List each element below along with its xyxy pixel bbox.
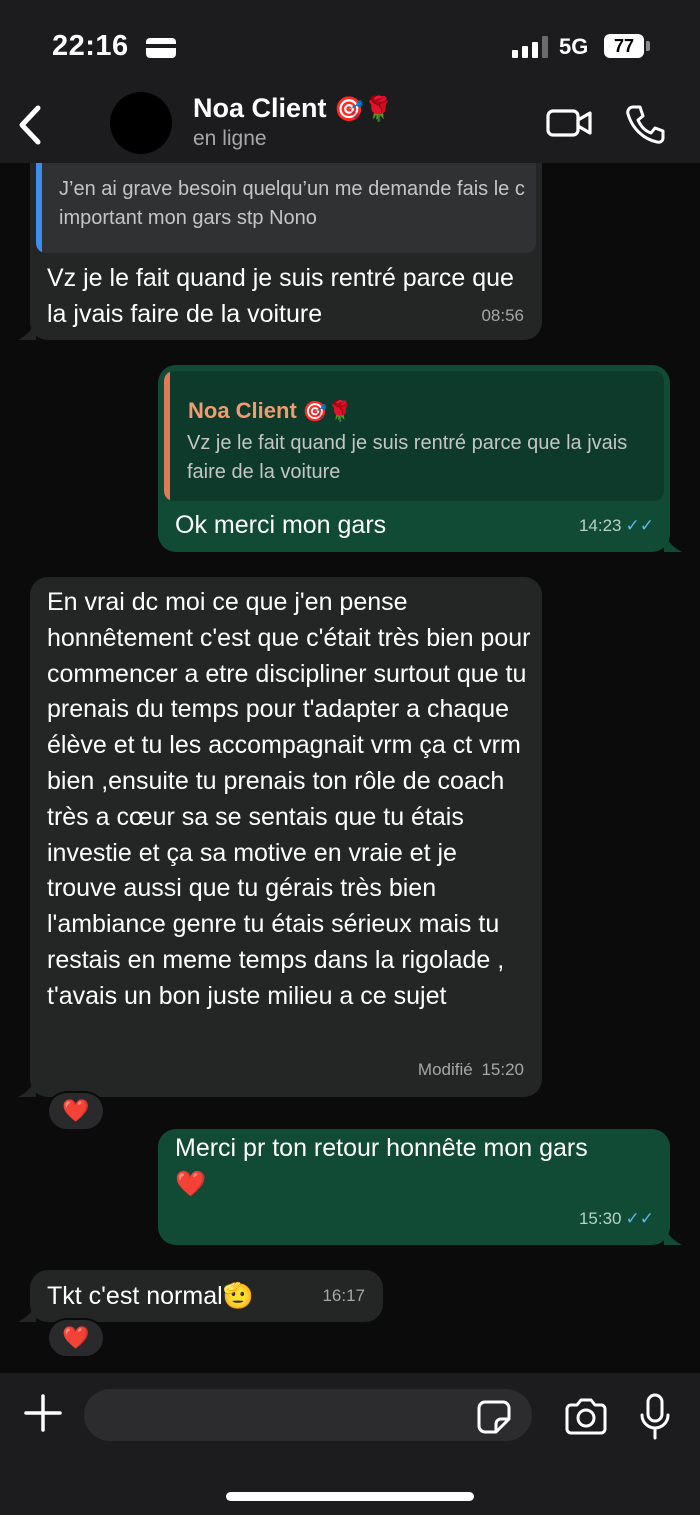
message-time: 14:23 ✓✓ (579, 508, 654, 544)
bubble-tail (18, 1304, 36, 1322)
message-text: Ok merci mon gars (175, 511, 387, 539)
message-text: Merci pr ton retour honnête mon gars ❤️ (175, 1130, 665, 1202)
quote-bar (164, 371, 170, 501)
avatar[interactable] (110, 92, 172, 154)
top-bar: 22:16 5G 77 Noa Client 🎯🌹 en ligne (0, 0, 700, 163)
read-ticks-icon: ✓✓ (625, 1209, 655, 1228)
contact-status: en ligne (193, 127, 267, 150)
battery-tip (646, 41, 650, 51)
message-time: 15:20 (481, 1060, 524, 1079)
camera-icon[interactable] (563, 1397, 609, 1437)
message-time: 15:30 ✓✓ (579, 1201, 654, 1237)
message-text-content: Tkt c'est normal (47, 1282, 223, 1310)
message-meta: Modifié 15:20 (418, 1052, 524, 1088)
message-bubble-incoming[interactable]: En vrai dc moi ce que j'en pense honnête… (30, 577, 542, 1097)
contact-name[interactable]: Noa Client 🎯🌹 (193, 93, 394, 124)
edited-label: Modifié (417, 1060, 473, 1079)
reaction-badge[interactable]: ❤️ (47, 1091, 105, 1131)
message-bubble-incoming[interactable]: Tkt c'est normal🫡 16:17 (30, 1270, 383, 1322)
message-time: 08:56 (481, 306, 524, 325)
quote-author-name: Noa Client (188, 398, 297, 423)
message-text: En vrai dc moi ce que j'en pense honnête… (47, 588, 531, 1010)
message-bubble-outgoing[interactable]: Merci pr ton retour honnête mon gars ❤️ … (158, 1129, 670, 1245)
battery-icon: 77 (604, 34, 644, 58)
quote-text: Vz je le fait quand je suis rentré parce… (187, 432, 628, 483)
network-type: 5G (559, 34, 589, 59)
video-call-icon[interactable] (545, 105, 593, 141)
plus-icon[interactable] (23, 1393, 63, 1433)
reaction-badge[interactable]: ❤️ (47, 1318, 105, 1358)
sticker-icon[interactable] (476, 1399, 512, 1435)
quote-bar (36, 163, 42, 253)
message-text-content: Merci pr ton retour honnête mon gars (175, 1134, 588, 1162)
quote-author: Noa Client 🎯🌹 (188, 393, 353, 430)
contact-name-text: Noa Client (193, 93, 327, 123)
bubble-tail (18, 1079, 36, 1097)
quote-text: J’en ai grave besoin quelqu’un me demand… (59, 178, 525, 229)
home-indicator[interactable] (226, 1492, 474, 1501)
salute-emoji: 🫡 (222, 1282, 254, 1310)
quoted-message[interactable]: J’en ai grave besoin quelqu’un me demand… (36, 163, 536, 253)
message-input[interactable] (84, 1389, 532, 1441)
bubble-tail (18, 322, 36, 340)
status-time: 22:16 (52, 30, 129, 62)
quoted-message[interactable]: Noa Client 🎯🌹 Vz je le fait quand je sui… (164, 371, 664, 501)
card-icon (146, 38, 176, 58)
bubble-tail (664, 534, 682, 552)
signal-icon (512, 36, 548, 58)
back-icon[interactable] (12, 100, 52, 150)
contact-emoji: 🎯🌹 (334, 96, 394, 123)
composer-bar (0, 1373, 700, 1515)
time-text: 15:30 (578, 1209, 622, 1228)
message-text: Vz je le fait quand je suis rentré parce… (47, 264, 514, 328)
time-text: 14:23 (578, 516, 622, 535)
quote-author-emoji: 🎯🌹 (302, 401, 353, 423)
bubble-tail (664, 1227, 682, 1245)
chat-area[interactable]: J’en ai grave besoin quelqu’un me demand… (0, 163, 700, 1373)
message-bubble-outgoing[interactable]: Noa Client 🎯🌹 Vz je le fait quand je sui… (158, 365, 670, 552)
phone-icon[interactable] (623, 102, 667, 146)
microphone-icon[interactable] (639, 1393, 671, 1441)
message-time: 16:17 (322, 1286, 365, 1305)
message-text: Tkt c'est normal🫡 (47, 1278, 254, 1314)
read-ticks-icon: ✓✓ (625, 516, 655, 535)
heart-emoji: ❤️ (175, 1170, 207, 1198)
message-bubble-incoming[interactable]: J’en ai grave besoin quelqu’un me demand… (30, 163, 542, 340)
